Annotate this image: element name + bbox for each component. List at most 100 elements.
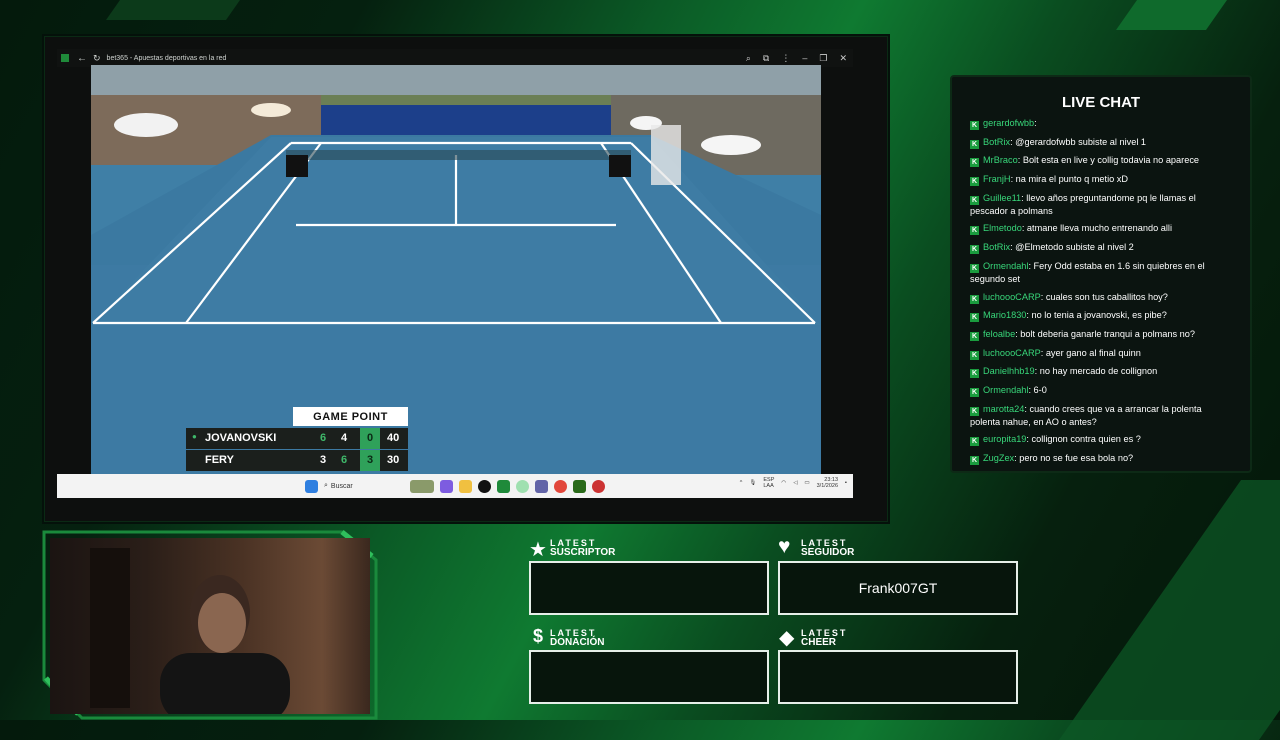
- stream-window: ← ↻ bet365 - Apuestas deportivas en la r…: [44, 36, 888, 522]
- extensions-icon[interactable]: ⧉: [763, 53, 769, 64]
- more-icon[interactable]: ⋮: [781, 53, 790, 64]
- game-point-banner: GAME POINT: [293, 407, 408, 426]
- chat-username[interactable]: luchoooCARP: [983, 292, 1041, 302]
- chat-username[interactable]: marotta24: [983, 404, 1024, 414]
- kick-badge-icon: K: [970, 406, 979, 416]
- kick-badge-icon: K: [970, 177, 979, 187]
- chat-message: K Mario1830: no lo tenia a jovanovski, es…: [970, 309, 1232, 323]
- kick-badge-icon: K: [970, 387, 979, 397]
- chat-username[interactable]: Ormendahl: [983, 261, 1028, 271]
- heart-icon: ♥: [778, 535, 791, 558]
- mic-icon[interactable]: 🎙: [749, 480, 756, 486]
- chat-username[interactable]: FranjH: [983, 174, 1011, 184]
- teams-icon[interactable]: [535, 479, 548, 493]
- taskbar-search[interactable]: ⌕ Buscar: [324, 482, 404, 490]
- battery-icon[interactable]: ▭: [804, 480, 809, 486]
- latest-donacion-box: [529, 650, 769, 704]
- chat-text: : no lo tenia a jovanovski, es pibe?: [1026, 310, 1167, 321]
- player-name: FERY: [205, 454, 234, 466]
- chat-username[interactable]: Mario1830: [983, 310, 1026, 320]
- chat-text: : ayer gano al final quinn: [1040, 347, 1141, 358]
- chat-text: : 6-0: [1028, 384, 1047, 395]
- label-line2: DONACIÓN: [550, 637, 605, 648]
- reload-icon[interactable]: ↻: [93, 53, 101, 64]
- obs-icon[interactable]: [592, 479, 605, 493]
- chat-message: K Danielhhb19: no hay mercado de colligno…: [970, 365, 1232, 379]
- chat-username[interactable]: Guillee11: [983, 193, 1021, 203]
- chat-username[interactable]: europita19: [983, 434, 1026, 444]
- tennis-video[interactable]: GAME POINT ● JOVANOVSKI 6 4 0 40 FERY 3 …: [91, 65, 821, 474]
- nvidia-icon[interactable]: [573, 479, 586, 493]
- close-icon[interactable]: ✕: [839, 53, 847, 64]
- set-score: 3: [367, 454, 374, 466]
- browser-title: bet365 - Apuestas deportivas en la red: [106, 54, 227, 62]
- chat-message: Kmarotta24: cuando crees que va a arranc…: [970, 403, 1232, 428]
- kick-badge-icon: K: [970, 139, 979, 149]
- latest-seguidor-box: Frank007GT: [778, 561, 1018, 615]
- copilot-icon[interactable]: [440, 479, 453, 493]
- bet365-favicon: [61, 54, 69, 62]
- dollar-icon: $: [533, 626, 544, 646]
- chat-username[interactable]: Danielhhb19: [983, 366, 1035, 376]
- webcam-video: [50, 538, 370, 714]
- star-icon: ★: [529, 539, 547, 561]
- chat-username[interactable]: luchoooCARP: [983, 348, 1041, 358]
- chat-text: : no hay mercado de collignon: [1034, 366, 1158, 377]
- notifications-icon[interactable]: ▪: [845, 480, 847, 486]
- tiktok-icon[interactable]: [478, 479, 491, 493]
- volume-icon[interactable]: ◁: [793, 480, 797, 486]
- label-line2: CHEER: [801, 637, 837, 648]
- chat-message: KluchoooCARP: cuales son tus caballitos …: [970, 291, 1232, 304]
- chat-message: KluchoooCARP: ayer gano al final quinn: [970, 347, 1232, 360]
- language-indicator[interactable]: ESP LAA: [763, 477, 774, 489]
- kick-badge-icon: K: [970, 245, 979, 255]
- bet365-app-icon[interactable]: [497, 479, 510, 493]
- search-placeholder: Buscar: [330, 482, 353, 490]
- chrome-icon[interactable]: [554, 479, 567, 493]
- back-icon[interactable]: ←: [77, 53, 87, 64]
- chat-username[interactable]: gerardofwbb: [983, 118, 1034, 128]
- chat-username[interactable]: BotRix: [983, 137, 1010, 147]
- kick-badge-icon: K: [970, 350, 979, 360]
- chevron-up-icon[interactable]: ^: [740, 480, 743, 486]
- chat-text: :: [1034, 118, 1037, 128]
- player-name: JOVANOVSKI: [205, 432, 277, 444]
- kick-badge-icon: K: [970, 437, 979, 447]
- minimize-icon[interactable]: –: [802, 53, 807, 64]
- chat-username[interactable]: ZugZex: [983, 453, 1014, 463]
- chat-text: : atmane lleva mucho entrenando alli: [1021, 223, 1172, 234]
- chat-message: Keuropita19: collignon contra quien es ?: [970, 433, 1232, 447]
- whatsapp-icon[interactable]: [516, 479, 529, 493]
- zoom-icon[interactable]: ⌕: [746, 53, 751, 64]
- chat-message: K FranjH: na mira el punto q metio xD: [970, 173, 1232, 187]
- chat-username[interactable]: Elmetodo: [983, 223, 1022, 233]
- chat-message: K Elmetodo: atmane lleva mucho entrenando…: [970, 222, 1232, 236]
- widgets-icon[interactable]: [410, 479, 434, 493]
- restore-icon[interactable]: ❐: [819, 53, 827, 64]
- wifi-icon[interactable]: ◠: [781, 480, 786, 486]
- chat-text: : @Elmetodo subiste al nivel 2: [1010, 242, 1134, 253]
- chat-username[interactable]: MrBraco: [983, 155, 1018, 165]
- chat-username[interactable]: BotRix: [983, 242, 1010, 252]
- chat-message: K MrBraco: Bolt esta en live y collig tod…: [970, 154, 1232, 168]
- bg-stripe: [1058, 480, 1280, 740]
- kick-badge-icon: K: [970, 294, 979, 304]
- clock[interactable]: 23:13 3/1/2026: [817, 477, 838, 489]
- system-tray: ^ 🎙 ESP LAA ◠ ◁ ▭ 23:13 3/1/2026 ▪: [740, 477, 847, 489]
- windows-start-icon[interactable]: [305, 479, 318, 493]
- file-explorer-icon[interactable]: [459, 479, 472, 493]
- chat-message: Kgerardofwbb:: [970, 117, 1232, 130]
- set-score: 6: [320, 432, 327, 444]
- chat-username[interactable]: Ormendahl: [983, 385, 1028, 395]
- chat-text: : cuales son tus caballitos hoy?: [1040, 291, 1168, 302]
- latest-donacion-label: LATEST DONACIÓN: [550, 629, 605, 648]
- scoreboard-row: ● JOVANOVSKI 6 4 0 40: [186, 428, 408, 449]
- chat-text: : @gerardofwbb subiste al nivel 1: [1010, 136, 1147, 147]
- set-score: 3: [320, 454, 327, 466]
- latest-cheer-label: LATEST CHEER: [801, 629, 847, 648]
- chat-text: : Bolt esta en live y collig todavia no …: [1017, 155, 1200, 166]
- live-chat-title: LIVE CHAT: [1061, 94, 1141, 111]
- webcam-frame: [42, 530, 378, 720]
- chat-message: K BotRix: @Elmetodo subiste al nivel 2: [970, 241, 1232, 255]
- chat-username[interactable]: feloalbe: [983, 329, 1015, 339]
